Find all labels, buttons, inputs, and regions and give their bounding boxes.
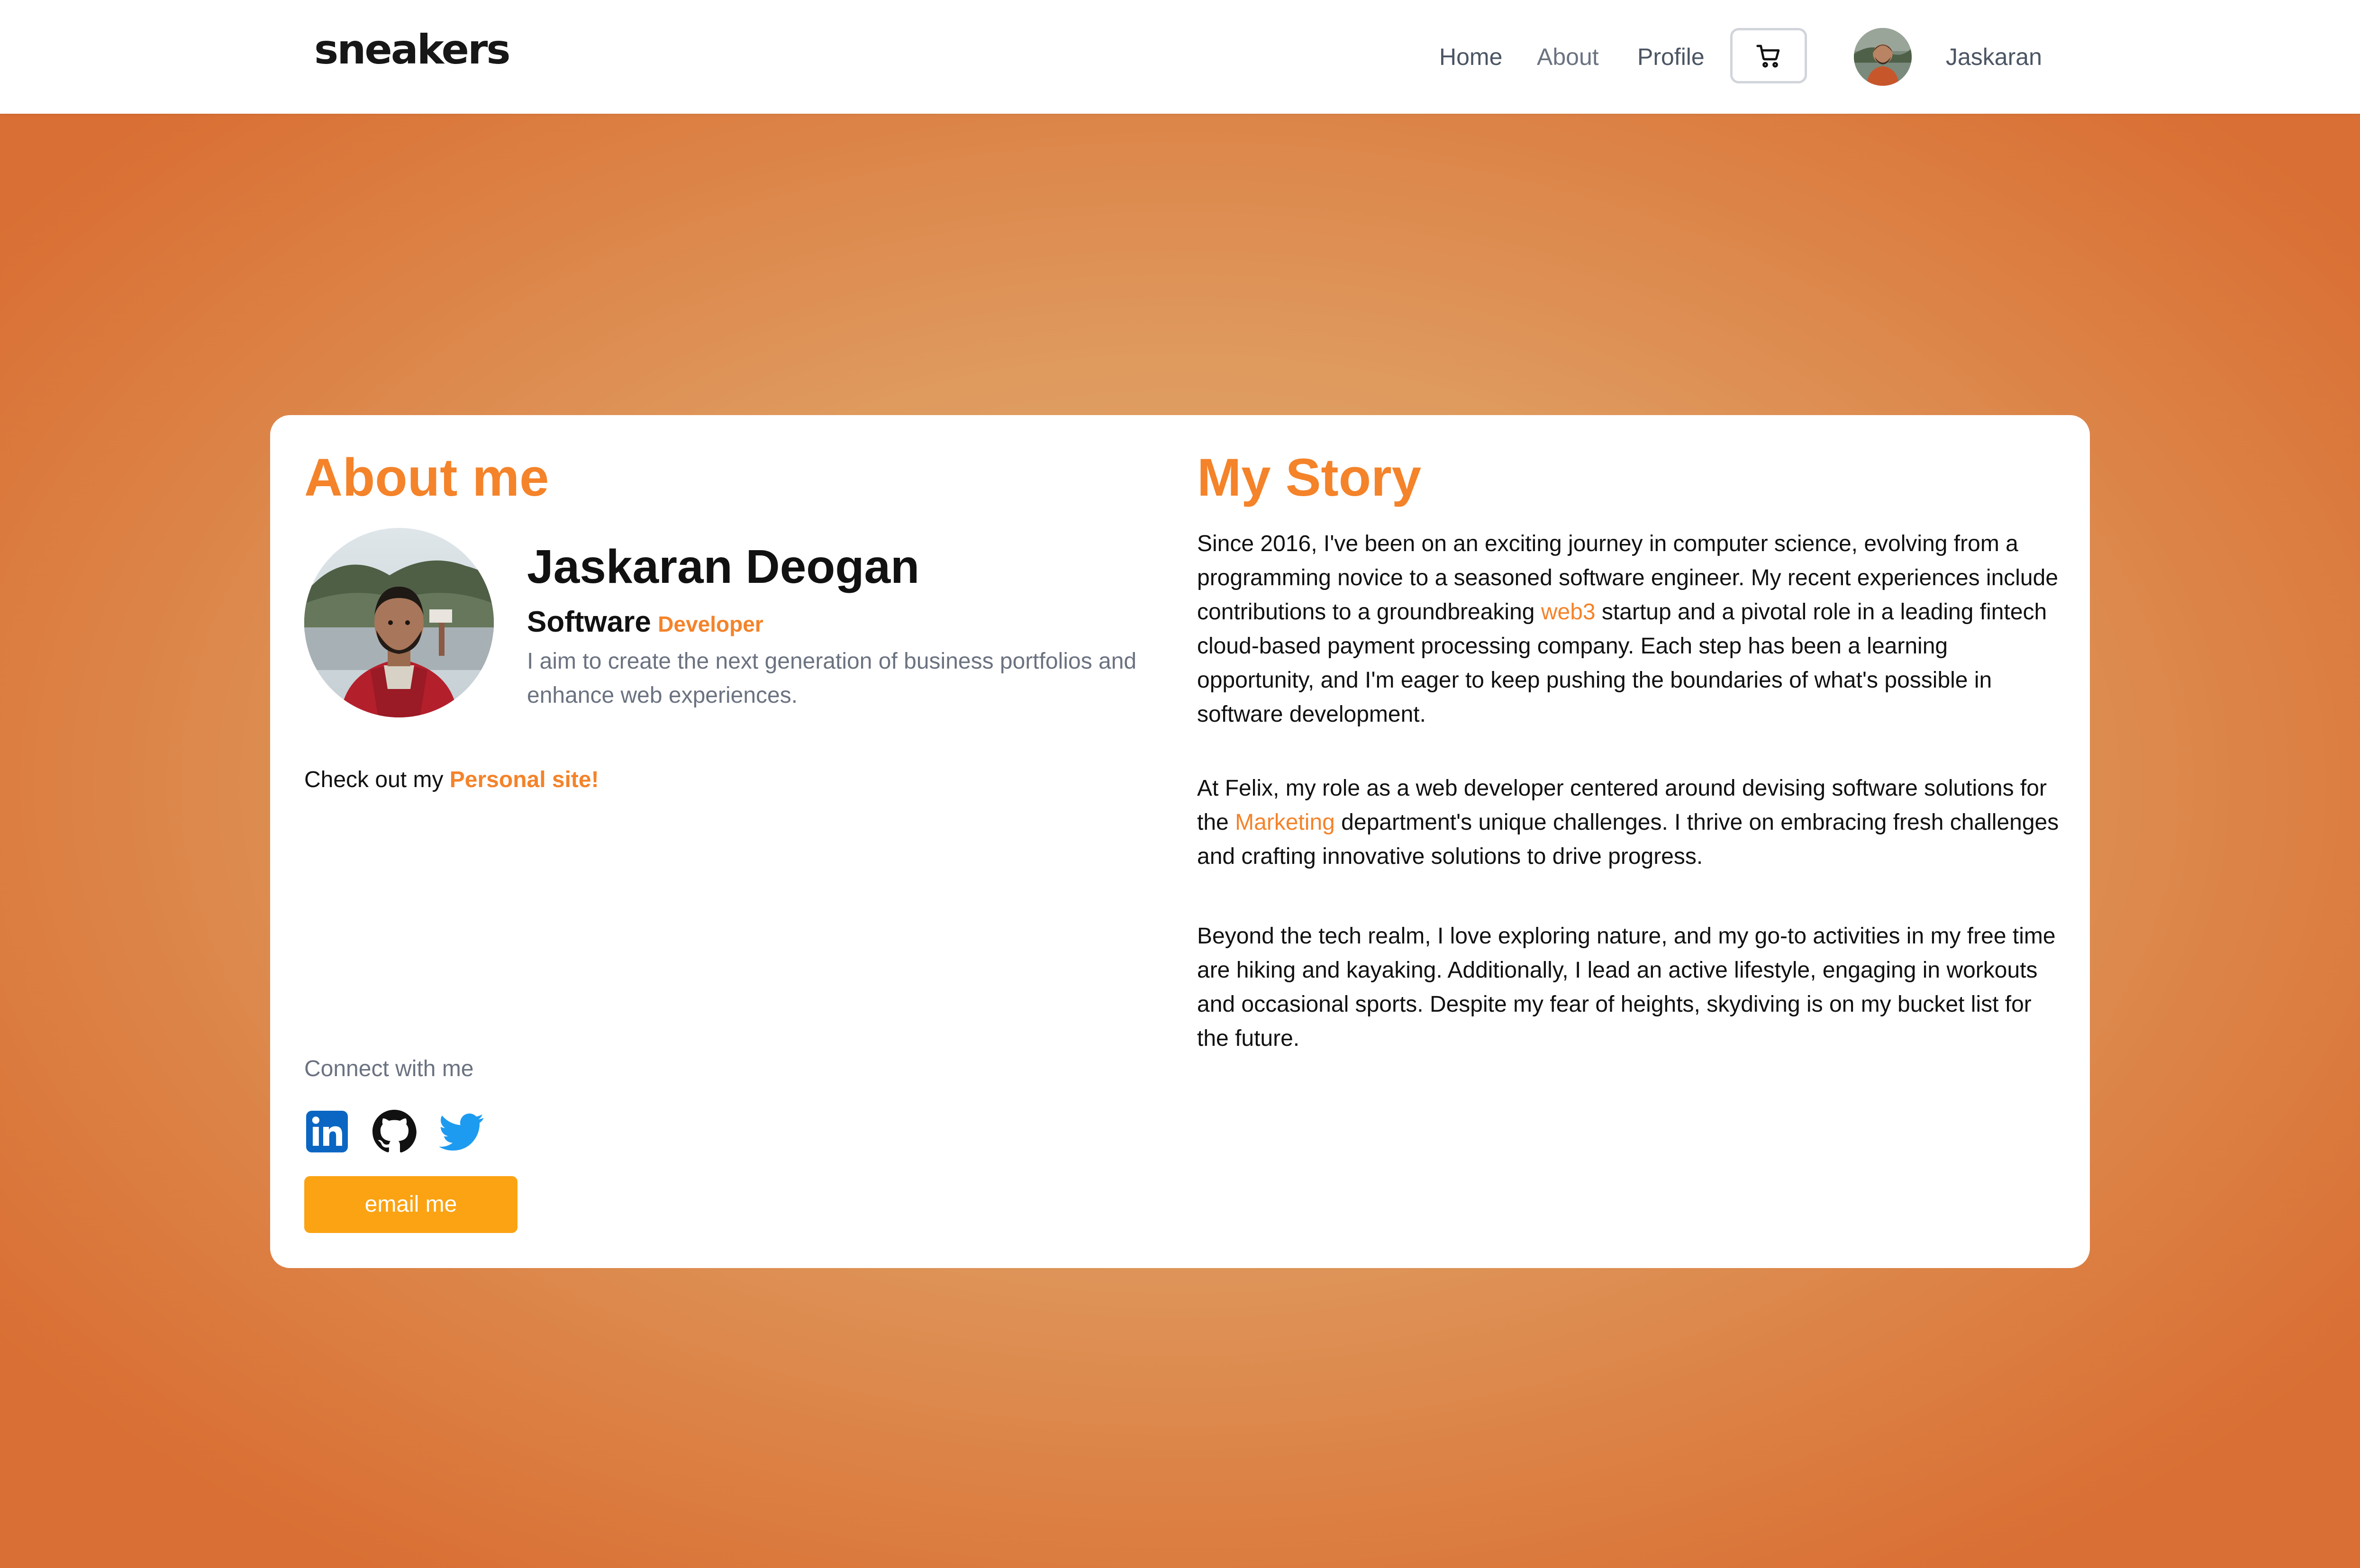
avatar-image <box>1854 28 1912 86</box>
marketing-highlight: Marketing <box>1235 810 1335 835</box>
profile-photo <box>304 528 494 717</box>
profile-name: Jaskaran Deogan <box>527 540 920 593</box>
github-link[interactable] <box>372 1109 417 1154</box>
user-avatar[interactable] <box>1854 28 1912 86</box>
nav-link-about[interactable]: About <box>1537 43 1599 71</box>
personal-site-prefix: Check out my <box>304 767 444 792</box>
story-paragraph-1: Since 2016, I've been on an exciting jou… <box>1197 527 2060 732</box>
cart-button[interactable] <box>1730 28 1807 83</box>
profile-tagline: I aim to create the next generation of b… <box>527 649 1137 708</box>
top-navbar: sneakers Home About Profile Jaskaran <box>0 0 2360 114</box>
personal-site-line: Check out my Personal site! <box>304 766 599 794</box>
github-icon <box>372 1110 417 1153</box>
cart-icon <box>1756 45 1780 68</box>
nav-link-home[interactable]: Home <box>1439 43 1502 71</box>
role-line: Software Developer <box>527 607 763 637</box>
nav-user-name[interactable]: Jaskaran <box>1946 43 2042 71</box>
web3-highlight: web3 <box>1541 599 1596 625</box>
email-me-button[interactable]: email me <box>304 1176 517 1233</box>
brand-logo[interactable]: sneakers <box>314 29 511 70</box>
nav-link-profile[interactable]: Profile <box>1637 43 1705 71</box>
role-subtitle: Developer <box>658 612 763 636</box>
about-card: About me Jaskaran Deogan Software Develo… <box>270 415 2090 1268</box>
story-paragraph-3: Beyond the tech realm, I love exploring … <box>1197 924 2056 1051</box>
profile-image <box>304 528 494 717</box>
twitter-icon <box>439 1113 484 1151</box>
personal-site-link[interactable]: Personal site! <box>450 767 599 792</box>
about-heading: About me <box>304 448 549 507</box>
connect-label: Connect with me <box>304 1056 474 1081</box>
story-paragraph-2: At Felix, my role as a web developer cen… <box>1197 771 2060 874</box>
role-title: Software <box>527 606 651 638</box>
linkedin-link[interactable] <box>304 1109 350 1154</box>
linkedin-icon <box>306 1111 348 1152</box>
story-heading: My Story <box>1197 448 1421 507</box>
twitter-link[interactable] <box>439 1109 484 1154</box>
